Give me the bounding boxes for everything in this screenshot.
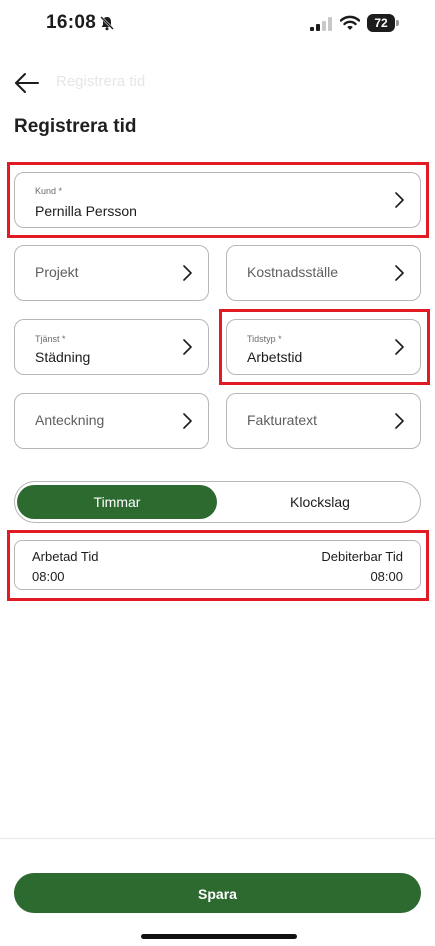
page-title: Registrera tid (14, 116, 137, 137)
customer-field[interactable]: Kund * Pernilla Persson (14, 172, 421, 228)
cost-center-placeholder: Kostnadsställe (247, 264, 339, 280)
signal-icon (310, 17, 332, 31)
chevron-right-icon (395, 339, 404, 355)
status-time: 16:08 (46, 12, 97, 33)
customer-label: Kund * (35, 186, 63, 196)
invoice-text-placeholder: Fakturatext (247, 412, 318, 428)
save-button[interactable]: Spara (14, 873, 421, 913)
time-type-value: Arbetstid (247, 349, 303, 365)
chevron-right-icon (395, 413, 404, 429)
wifi-icon (340, 15, 360, 30)
invoice-text-field[interactable]: Fakturatext (226, 393, 421, 449)
service-field[interactable]: Tjänst * Städning (14, 319, 209, 375)
time-type-label: Tidstyp * (247, 334, 282, 344)
chevron-right-icon (183, 265, 192, 281)
project-field[interactable]: Projekt (14, 245, 209, 301)
nav-title: Registrera tid (56, 73, 146, 90)
note-field[interactable]: Anteckning (14, 393, 209, 449)
time-summary-card[interactable]: Arbetad Tid 08:00 Debiterbar Tid 08:00 (14, 540, 421, 590)
tab-clock-time[interactable]: Klockslag (220, 485, 420, 519)
mode-toggle: Timmar Klockslag (14, 481, 421, 523)
billable-time-label: Debiterbar Tid (321, 549, 403, 564)
battery-level: 72 (367, 14, 395, 32)
battery-icon: 72 (367, 14, 399, 32)
home-indicator (141, 934, 297, 939)
chevron-right-icon (395, 192, 404, 208)
chevron-right-icon (395, 265, 404, 281)
worked-time-value: 08:00 (32, 569, 65, 584)
chevron-right-icon (183, 339, 192, 355)
cost-center-field[interactable]: Kostnadsställe (226, 245, 421, 301)
chevron-right-icon (183, 413, 192, 429)
time-type-field[interactable]: Tidstyp * Arbetstid (226, 319, 421, 375)
tab-hours[interactable]: Timmar (17, 485, 217, 519)
bottom-divider (0, 838, 435, 839)
customer-value: Pernilla Persson (35, 203, 137, 219)
note-placeholder: Anteckning (35, 412, 105, 428)
back-arrow-icon[interactable] (12, 68, 42, 98)
project-placeholder: Projekt (35, 264, 79, 280)
status-bar: 16:08 72 (0, 0, 435, 50)
billable-time-value: 08:00 (370, 569, 403, 584)
worked-time-label: Arbetad Tid (32, 549, 99, 564)
bell-slash-icon (100, 16, 114, 31)
service-label: Tjänst * (35, 334, 66, 344)
service-value: Städning (35, 349, 91, 365)
